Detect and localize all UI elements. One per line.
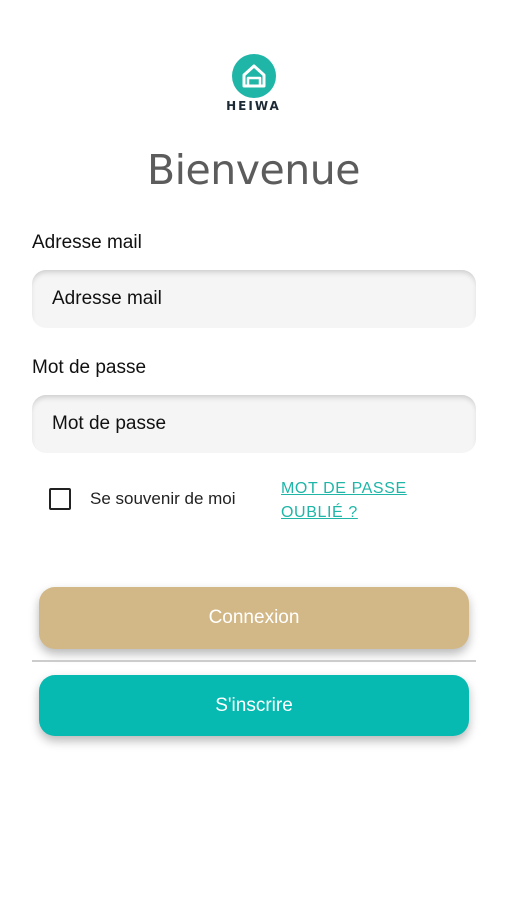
divider [32, 660, 476, 662]
forgot-password-link[interactable]: MOT DE PASSE OUBLIÉ ? [281, 477, 441, 525]
app-logo: HEIWA [0, 54, 507, 113]
remember-me-label: Se souvenir de moi [90, 489, 236, 508]
remember-me-checkbox[interactable] [49, 488, 71, 510]
password-label: Mot de passe [32, 357, 147, 378]
password-input[interactable] [50, 412, 476, 436]
signup-button-label: S'inscrire [215, 694, 293, 716]
password-field-container [32, 395, 476, 453]
house-icon [231, 54, 276, 98]
email-input[interactable] [50, 287, 476, 311]
login-button-label: Connexion [208, 607, 300, 628]
forgot-password-line1: MOT DE PASSE [281, 480, 407, 497]
email-label: Adresse mail [32, 232, 142, 253]
page-title: Bienvenue [147, 146, 360, 194]
email-field-container [32, 270, 476, 328]
login-button[interactable]: Connexion [39, 587, 469, 649]
forgot-password-line2: OUBLIÉ ? [281, 504, 358, 521]
brand-name: HEIWA [226, 99, 281, 113]
remember-me[interactable]: Se souvenir de moi [49, 488, 236, 510]
signup-button[interactable]: S'inscrire [39, 675, 469, 736]
